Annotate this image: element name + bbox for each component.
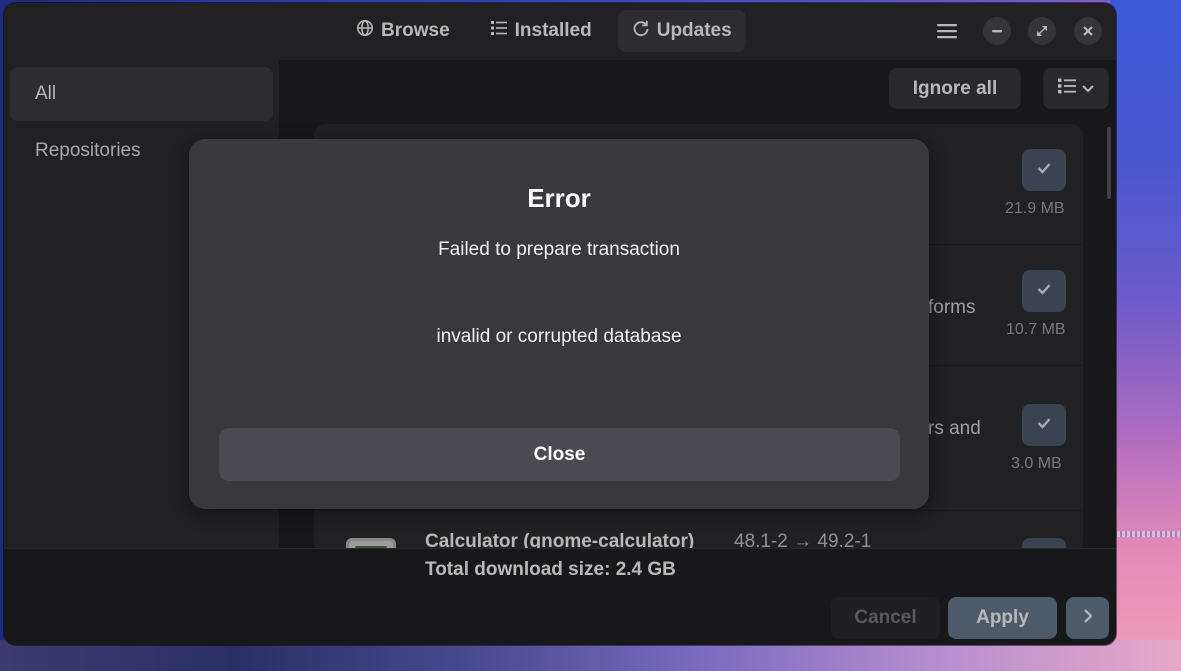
dialog-close-button[interactable]: Close (219, 428, 900, 481)
dialog-message: Failed to prepare transaction (438, 239, 680, 260)
wallpaper-bridge (1112, 531, 1181, 537)
wallpaper-edge (1110, 0, 1181, 671)
app-window: Browse Installed Updates All Repositorie… (4, 3, 1116, 645)
dialog-title: Error (527, 183, 591, 213)
dialog-detail: invalid or corrupted database (436, 326, 682, 347)
error-dialog: Error Failed to prepare transaction inva… (189, 139, 929, 509)
dialog-close-label: Close (533, 443, 586, 465)
